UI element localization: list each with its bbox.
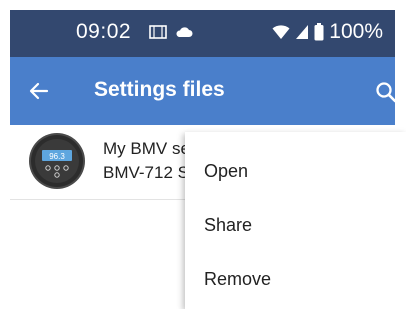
- cloud-icon: [176, 27, 193, 37]
- app-bar: Settings files: [10, 57, 398, 125]
- file-name: My BMV se: [103, 139, 190, 158]
- page-title: Settings files: [94, 78, 225, 101]
- notification-icons: [149, 25, 193, 39]
- status-right: 100%: [272, 20, 383, 44]
- menu-item-share[interactable]: Share: [204, 215, 252, 236]
- battery-icon: [314, 23, 324, 41]
- back-arrow-icon[interactable]: [27, 79, 51, 103]
- status-bar: 09:02 100%: [10, 10, 395, 57]
- screen-cast-icon: [149, 25, 167, 39]
- signal-icon: [296, 25, 309, 39]
- context-menu: Open Share Remove: [185, 132, 406, 309]
- wifi-icon: [272, 25, 290, 39]
- menu-item-remove[interactable]: Remove: [204, 269, 271, 290]
- file-model: BMV-712 S: [103, 163, 189, 182]
- bmv-device-thumbnail: 96.3: [29, 133, 85, 189]
- status-time: 09:02: [76, 20, 132, 43]
- menu-item-open[interactable]: Open: [204, 161, 248, 182]
- battery-percent: 100%: [329, 20, 383, 43]
- device-display-value: 96.3: [49, 152, 65, 161]
- search-icon[interactable]: [374, 80, 398, 104]
